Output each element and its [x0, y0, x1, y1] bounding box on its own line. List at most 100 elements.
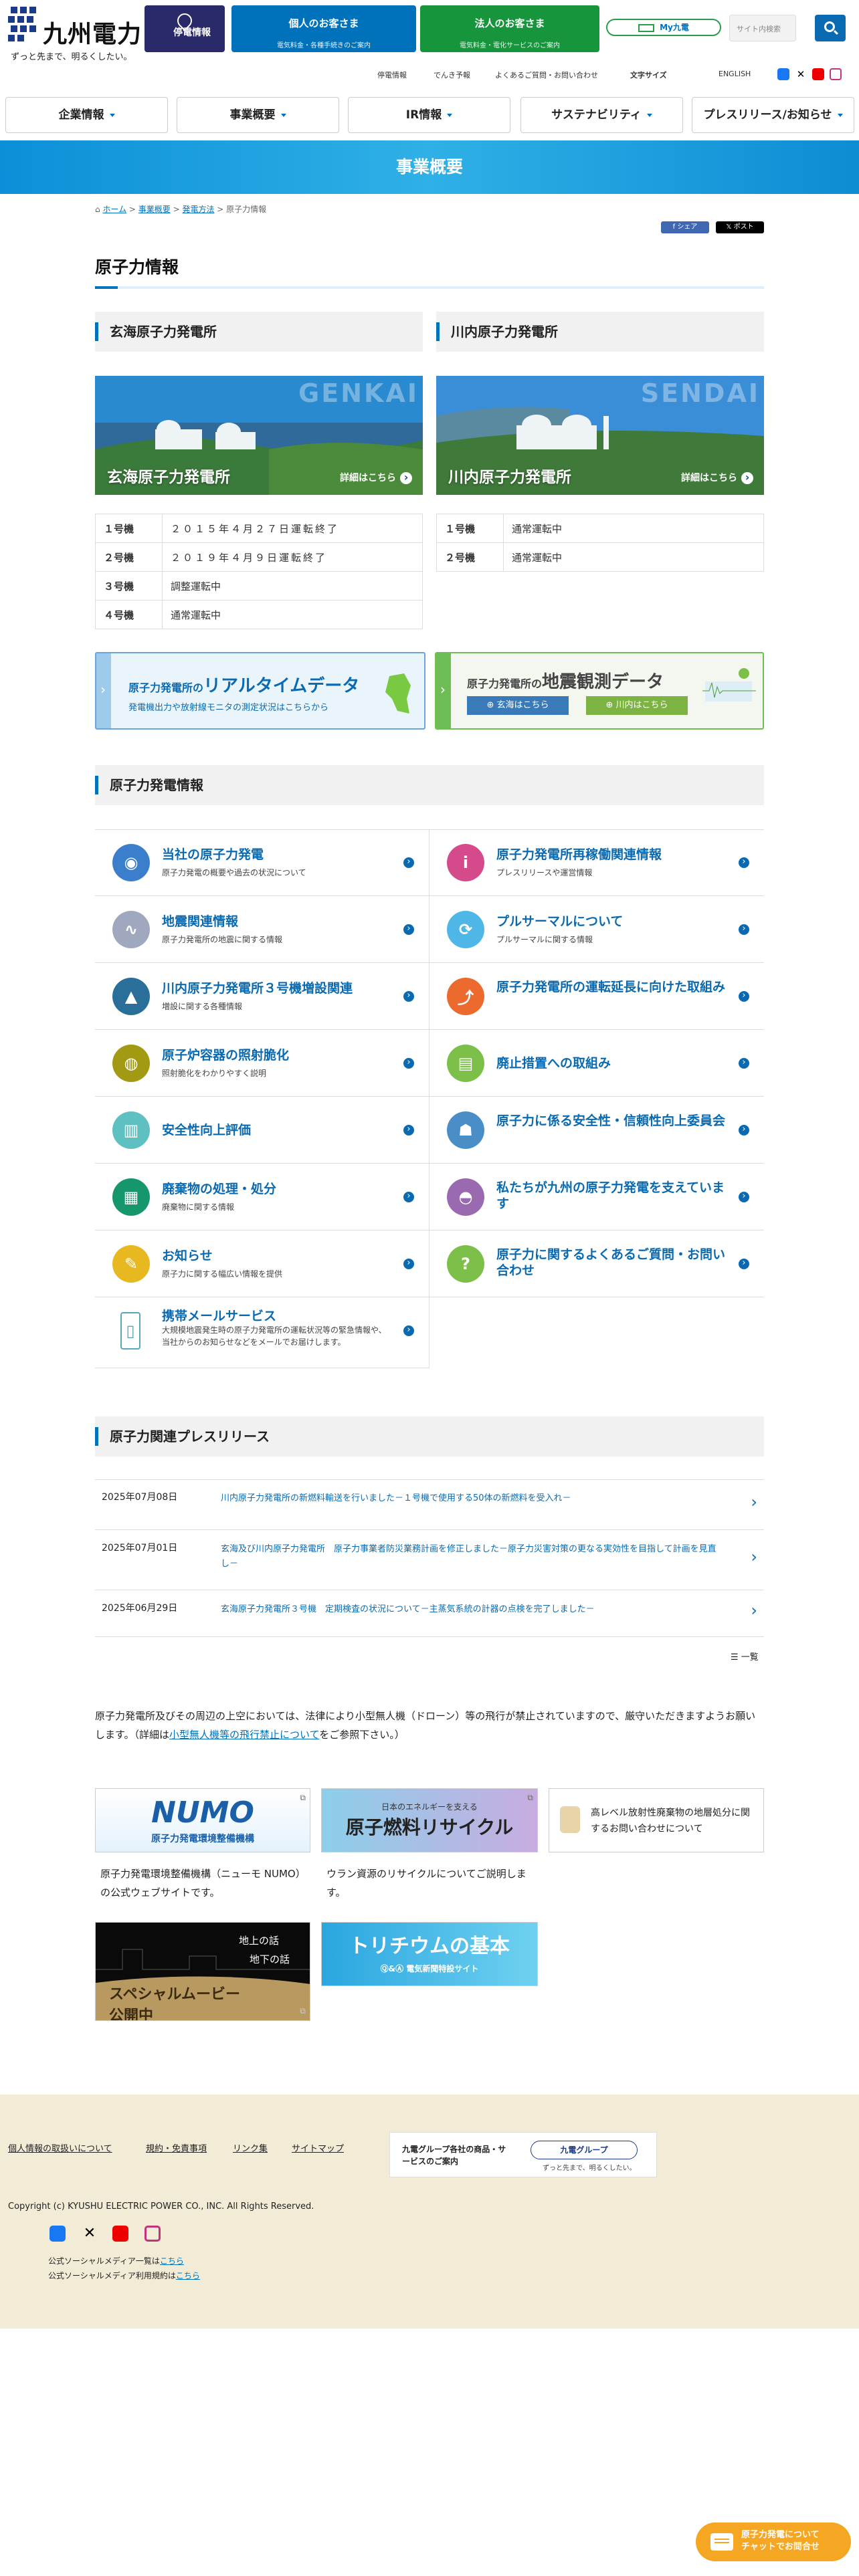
search-button[interactable]: [815, 15, 846, 41]
realtime-em: リアルタイムデータ: [203, 676, 360, 696]
menu-item[interactable]: ? 原子力に関するよくあるご質問・お問い合わせ ›: [430, 1230, 764, 1297]
movie-d: 地下の話: [250, 1953, 290, 1965]
menu-item-title: 携帯メールサービス: [162, 1309, 277, 1323]
seismic-genkai-button[interactable]: ⊕ 玄海はこちら: [467, 696, 569, 715]
x-post-button[interactable]: 𝕏 ポスト: [716, 221, 764, 233]
genkai-image-word: GENKAI: [298, 379, 419, 408]
sm-terms-link[interactable]: こちら: [176, 2271, 200, 2280]
footer-x-icon[interactable]: ✕: [82, 2226, 98, 2242]
menu-item[interactable]: ▤ 廃止措置への取組み ›: [430, 1030, 764, 1097]
reactor-icon: ◉: [112, 844, 150, 881]
util-faq-link[interactable]: よくあるご質問・お問い合わせ: [495, 70, 598, 80]
personal-title: 個人のお客さま: [288, 17, 359, 29]
footer-privacy-link[interactable]: 個人情報の取扱いについて: [8, 2141, 112, 2154]
util-font-size[interactable]: 文字サイズ: [630, 70, 667, 80]
press-item[interactable]: 2025年07月08日 川内原子力発電所の新燃料輸送を行いました－１号機で使用す…: [95, 1479, 764, 1530]
sm-list-link[interactable]: こちら: [160, 2256, 184, 2266]
crumb-generation[interactable]: 発電方法: [182, 205, 214, 214]
menu-item-title: プルサーマルについて: [496, 914, 624, 929]
chat-inquiry-button[interactable]: 原子力発電について チャットでお問合せ: [696, 2523, 851, 2561]
x-icon[interactable]: ✕: [795, 68, 807, 80]
plant-photo-icon: ▲: [112, 978, 150, 1015]
extension-icon-glyph: ⤴: [458, 988, 474, 1008]
menu-item-subtitle: 原子力に関する幅広い情報を提供: [162, 1269, 283, 1279]
movie-a: スペシャルムービー: [109, 1986, 241, 2003]
press-list-link[interactable]: ☰ 一覧: [731, 1650, 759, 1662]
nav-business[interactable]: 事業概要: [177, 97, 339, 133]
notice-icon: ✎: [112, 1245, 150, 1283]
footer-terms-link[interactable]: 規約・免責事項: [146, 2141, 207, 2154]
genkai-image-link[interactable]: GENKAI 玄海原子力発電所 詳細はこちら: [95, 376, 423, 495]
decommission-icon: ▤: [447, 1045, 484, 1082]
sendai-image-link[interactable]: SENDAI 川内原子力発電所 詳細はこちら: [436, 376, 764, 495]
corporate-title: 法人のお客さま: [474, 17, 545, 29]
menu-item[interactable]: ▯ 携帯メールサービス 大規模地震発生時の原子力発電所の運転状況等の緊急情報や、当社…: [95, 1297, 430, 1368]
menu-item-title: 川内原子力発電所３号機増設関連: [162, 981, 353, 996]
press-link: 川内原子力発電所の新燃料輸送を行いました－１号機で使用する50体の新燃料を受入れ…: [221, 1493, 571, 1503]
tritium-sub-text: 電気新聞特設サイト: [406, 1964, 479, 1973]
chevron-right-icon: ›: [739, 1125, 749, 1136]
menu-item[interactable]: i 原子力発電所再稼働関連情報 プレスリリースや運営情報 ›: [430, 829, 764, 896]
menu-item[interactable]: ▲ 川内原子力発電所３号機増設関連 増設に関する各種情報 ›: [95, 963, 430, 1030]
press-item[interactable]: 2025年07月01日 玄海及び川内原子力発電所 原子力事業者防災業務計画を修正…: [95, 1530, 764, 1590]
menu-item[interactable]: ✎ お知らせ 原子力に関する幅広い情報を提供 ›: [95, 1230, 430, 1297]
corporate-customers-button[interactable]: 法人のお客さま 電気料金・電化サービスのご案内: [420, 5, 599, 52]
personal-customers-button[interactable]: 個人のお客さま 電気料金・各種手続きのご案内: [231, 5, 416, 52]
menu-item-title: 当社の原子力発電: [162, 847, 264, 862]
waste-icon: ▦: [112, 1178, 150, 1216]
my-kyuden-button[interactable]: My九電: [606, 19, 721, 36]
util-outage-link[interactable]: 停電情報: [377, 70, 407, 80]
nav-corporate[interactable]: 企業情報: [5, 97, 168, 133]
menu-item[interactable]: ∿ 地震関連情報 原子力発電所の地震に関する情報 ›: [95, 896, 430, 963]
fuel-recycle-banner[interactable]: 日本のエネルギーを支える 原子燃料リサイクル ⧉: [321, 1788, 538, 1852]
group-companies-banner[interactable]: 九電グループ各社の商品・サービスのご案内 九電グループ ずっと先まで、明るくした…: [389, 2132, 657, 2177]
unit-status: 通常運転中: [162, 600, 423, 629]
menu-item[interactable]: ▥ 安全性向上評価 ›: [95, 1097, 430, 1164]
footer-sitemap-link[interactable]: サイトマップ: [292, 2141, 344, 2154]
group-text: 九電グループ各社の商品・サービスのご案内: [402, 2145, 506, 2166]
crumb-home[interactable]: ホーム: [102, 205, 126, 214]
global-nav: 企業情報 事業概要 IR情報 サステナビリティ プレスリリース/お知らせ: [5, 97, 855, 133]
menu-item[interactable]: ⟳ プルサーマルについて プルサーマルに関する情報 ›: [430, 896, 764, 963]
nav-sustainability[interactable]: サステナビリティ: [520, 97, 683, 133]
facebook-share-button[interactable]: f シェア: [661, 221, 709, 233]
util-forecast-link[interactable]: でんき予報: [434, 70, 470, 80]
menu-item[interactable]: ▦ 廃棄物の処理・処分 廃棄物に関する情報 ›: [95, 1164, 430, 1230]
footer-facebook-icon[interactable]: [50, 2226, 66, 2242]
qa-icon: Ⓠ&Ⓐ: [380, 1964, 407, 1973]
chevron-right-icon: ›: [739, 1058, 749, 1069]
realtime-data-banner[interactable]: 原子力発電所のリアルタイムデータ 発電機出力や放射線モニタの測定状況はこちらから: [95, 652, 425, 730]
unit-label: ４号機: [95, 600, 163, 629]
seismograph-icon: ∿: [112, 911, 150, 948]
tritium-banner[interactable]: トリチウムの基本 Ⓠ&Ⓐ 電気新聞特設サイト: [321, 1922, 538, 1986]
nav-press[interactable]: プレスリリース/お知らせ: [692, 97, 854, 133]
drone-ban-link[interactable]: 小型無人機等の飛行禁止について: [169, 1729, 319, 1741]
chat-text: 原子力発電について チャットでお問合せ: [741, 2529, 820, 2553]
footer-instagram-icon[interactable]: [145, 2226, 161, 2242]
youtube-icon[interactable]: [812, 68, 824, 80]
seismic-sendai-button[interactable]: ⊕ 川内はこちら: [586, 696, 688, 715]
util-english-link[interactable]: ENGLISH: [719, 70, 751, 78]
footer-links-link[interactable]: リンク集: [233, 2141, 268, 2154]
menu-item[interactable]: ⤴ 原子力発電所の運転延長に向けた取組み ›: [430, 963, 764, 1030]
site-logo[interactable]: 九州電力 ずっと先まで、明るくしたい。: [8, 5, 142, 62]
facebook-icon[interactable]: [777, 68, 789, 80]
footer-youtube-icon[interactable]: [112, 2226, 128, 2242]
special-movie-banner[interactable]: スペシャルムービー 公開中 地上の話 地下の話 ⧉: [95, 1922, 310, 2021]
waste-inquiry-banner[interactable]: 高レベル放射性廃棄物の地層処分に関するお問い合わせについて: [549, 1788, 764, 1852]
outage-button[interactable]: 停電情報: [145, 5, 225, 52]
nav-ir[interactable]: IR情報: [348, 97, 510, 133]
plus-icon: ⊕: [486, 700, 497, 710]
menu-item-subtitle: 照射脆化をわかりやすく説明: [162, 1069, 267, 1078]
menu-item[interactable]: ◉ 当社の原子力発電 原子力発電の概要や過去の状況について ›: [95, 829, 430, 896]
instagram-icon[interactable]: [830, 68, 842, 80]
numo-banner[interactable]: NUMO 原子力発電環境整備機構 ⧉: [95, 1788, 310, 1852]
info-icon: i: [447, 844, 484, 881]
realtime-title: 原子力発電所のリアルタイムデータ: [128, 672, 359, 697]
menu-item[interactable]: ◓ 私たちが九州の原子力発電を支えています ›: [430, 1164, 764, 1230]
menu-item[interactable]: ☗ 原子力に係る安全性・信頼性向上委員会 ›: [430, 1097, 764, 1164]
search-input[interactable]: サイト内検索: [729, 15, 796, 41]
crumb-business[interactable]: 事業概要: [138, 205, 171, 214]
press-item[interactable]: 2025年06月29日 玄海原子力発電所３号機 定期検査の状況について－主蒸気系…: [95, 1590, 764, 1637]
menu-item[interactable]: ◍ 原子炉容器の照射脆化 照射脆化をわかりやすく説明 ›: [95, 1030, 430, 1097]
